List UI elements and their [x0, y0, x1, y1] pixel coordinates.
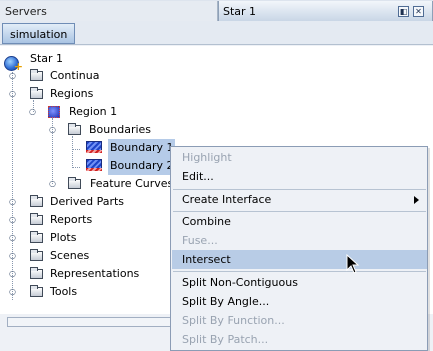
- tree-item-label: Reports: [50, 213, 93, 226]
- tree-item-reports[interactable]: ○ Reports: [0, 211, 160, 229]
- menu-item-intersect[interactable]: Intersect: [172, 250, 427, 269]
- tree-root-label: Star 1: [30, 52, 64, 65]
- expand-toggle-icon[interactable]: ○: [9, 215, 16, 225]
- tree-item-label: Continua: [50, 69, 100, 82]
- tree-root-star1[interactable]: Star 1: [0, 50, 120, 76]
- expand-toggle-icon[interactable]: ○: [9, 287, 16, 297]
- expand-toggle-icon[interactable]: ○: [49, 179, 56, 189]
- menu-item-combine[interactable]: Combine: [172, 212, 427, 231]
- boundary-icon: [86, 141, 102, 153]
- menu-item-highlight[interactable]: Highlight: [172, 148, 427, 167]
- menu-item-split-by-patch[interactable]: Split By Patch...: [172, 330, 427, 349]
- tab-servers-label: Servers: [5, 5, 47, 18]
- tab-star1-label: Star 1: [223, 5, 257, 18]
- boundary-icon: [86, 159, 102, 171]
- tab-strip: Servers Star 1 ◧ ✕: [0, 0, 433, 21]
- expand-toggle-icon[interactable]: ○: [9, 71, 16, 81]
- tree-item-label: Representations: [50, 267, 140, 280]
- tree-item-label: Feature Curves: [90, 177, 174, 190]
- tree-item-feature-curves[interactable]: ○ Feature Curves: [0, 175, 180, 193]
- menu-item-split-by-function[interactable]: Split By Function...: [172, 311, 427, 330]
- restore-window-icon[interactable]: ◧: [398, 6, 409, 17]
- tree-item-label: Boundary 2: [108, 157, 176, 175]
- folder-icon: [68, 177, 81, 189]
- tree-item-label: Derived Parts: [50, 195, 125, 208]
- tree-item-derived-parts[interactable]: ○ Derived Parts: [0, 193, 160, 211]
- tree-item-continua[interactable]: ○ Continua: [0, 67, 200, 85]
- tree-item-tools[interactable]: ○ Tools: [0, 283, 160, 301]
- tree-item-label: Regions: [50, 87, 94, 100]
- tree-item-boundaries[interactable]: ○ Boundaries: [0, 121, 200, 139]
- menu-item-label: Create Interface: [182, 193, 272, 206]
- menu-item-fuse[interactable]: Fuse...: [172, 231, 427, 250]
- tree-item-label: Boundaries: [89, 123, 152, 136]
- submenu-arrow-icon: [414, 196, 419, 204]
- menu-item-split-by-angle[interactable]: Split By Angle...: [172, 292, 427, 311]
- folder-icon: [30, 213, 43, 225]
- menu-item-edit[interactable]: Edit...: [172, 167, 427, 186]
- tree-item-regions[interactable]: ○ Regions: [0, 85, 200, 103]
- folder-icon: [30, 285, 43, 297]
- expand-toggle-icon[interactable]: ○: [9, 269, 16, 279]
- context-menu: Highlight Edit... Create Interface Combi…: [170, 146, 428, 351]
- folder-icon: [30, 249, 43, 261]
- tree-item-representations[interactable]: ○ Representations: [0, 265, 160, 283]
- folder-icon: [30, 195, 43, 207]
- folder-icon: [30, 69, 43, 81]
- collapse-toggle-icon[interactable]: ○: [49, 125, 56, 135]
- tree-item-region-1[interactable]: ○ Region 1: [0, 103, 200, 121]
- folder-icon: [30, 267, 43, 279]
- tree-item-label: Scenes: [50, 249, 90, 262]
- folder-icon: [30, 87, 43, 99]
- folder-icon: [30, 231, 43, 243]
- close-window-icon[interactable]: ✕: [413, 6, 424, 17]
- expand-toggle-icon[interactable]: ○: [9, 197, 16, 207]
- menu-item-split-non-contiguous[interactable]: Split Non-Contiguous: [172, 273, 427, 292]
- region-icon: [48, 106, 60, 118]
- collapse-toggle-icon[interactable]: ○: [9, 89, 16, 99]
- menu-separator: [173, 271, 426, 272]
- mouse-cursor-icon: [346, 254, 360, 274]
- toolbar: simulation: [0, 21, 433, 45]
- tab-servers[interactable]: Servers: [0, 1, 218, 21]
- tree-item-label: Plots: [50, 231, 77, 244]
- folder-icon: [68, 123, 81, 135]
- tree-item-label: Region 1: [69, 105, 118, 118]
- tree-item-label: Tools: [50, 285, 78, 298]
- simulation-button[interactable]: simulation: [2, 23, 76, 44]
- menu-item-create-interface[interactable]: Create Interface: [172, 190, 427, 209]
- collapse-toggle-icon[interactable]: ○: [29, 107, 36, 117]
- tree-item-scenes[interactable]: ○ Scenes: [0, 247, 160, 265]
- expand-toggle-icon[interactable]: ○: [9, 233, 16, 243]
- expand-toggle-icon[interactable]: ○: [9, 251, 16, 261]
- tree-item-label: Boundary 1: [108, 139, 176, 157]
- tree-item-plots[interactable]: ○ Plots: [0, 229, 160, 247]
